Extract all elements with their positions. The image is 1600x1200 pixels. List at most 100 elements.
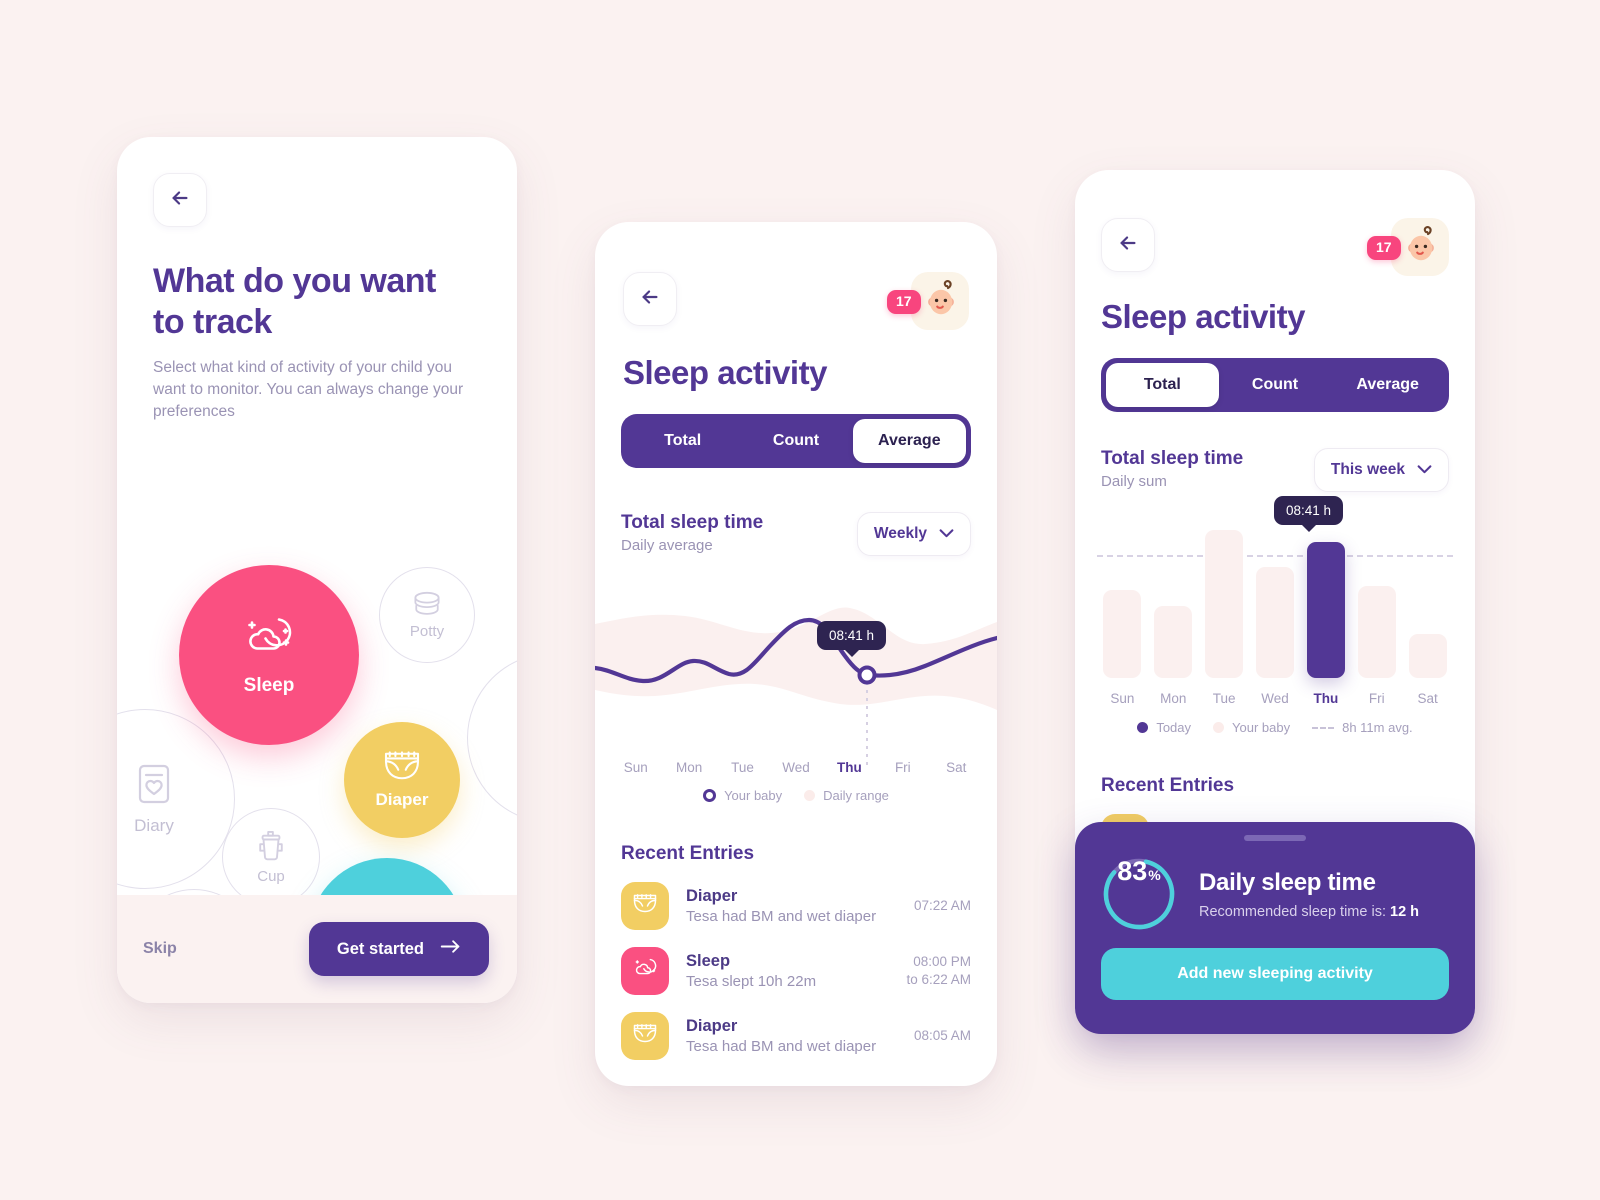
entry-name: Diaper xyxy=(686,887,738,905)
tab-average[interactable]: Average xyxy=(1331,363,1444,407)
entry-text: Sleep Tesa slept 10h 22m xyxy=(686,952,889,990)
sheet-text: Daily sleep time Recommended sleep time … xyxy=(1199,869,1419,920)
sheet-drag-handle[interactable] xyxy=(1244,835,1306,841)
entry-time: 08:05 AM xyxy=(914,1027,971,1045)
entry-icon xyxy=(621,1012,669,1060)
chart-tooltip: 08:41 h xyxy=(817,621,887,650)
phone1-header: What do you want to track Select what ki… xyxy=(117,137,517,423)
bar-sun[interactable] xyxy=(1103,590,1142,678)
back-button[interactable] xyxy=(153,173,207,227)
percent-value: 83 xyxy=(1117,856,1148,886)
axis-label-mon: Mon xyxy=(676,760,703,775)
arrow-left-icon xyxy=(169,187,191,214)
bar-cell xyxy=(1148,528,1199,678)
bubble-label: Cup xyxy=(257,868,285,885)
dashed-line-icon xyxy=(1312,726,1335,729)
diary-icon xyxy=(134,762,174,806)
axis-label-wed: Wed xyxy=(782,760,810,775)
bar-fri[interactable] xyxy=(1357,586,1396,678)
phone2-header: 17 xyxy=(595,222,997,330)
entry-time-primary: 07:22 AM xyxy=(913,897,971,913)
tab-average[interactable]: Average xyxy=(852,419,966,463)
entry-time-secondary: to 6:22 AM xyxy=(906,972,971,987)
arrow-left-icon xyxy=(639,286,661,313)
tab-count[interactable]: Count xyxy=(739,419,852,463)
legend-item-average: 8h 11m avg. xyxy=(1312,720,1413,735)
bar-cell xyxy=(1402,528,1453,678)
entry-name: Sleep xyxy=(686,952,731,970)
bar-wed[interactable] xyxy=(1256,567,1294,678)
bubble-cup[interactable]: Cup xyxy=(222,808,320,906)
chart-title: Total sleep time xyxy=(621,512,764,533)
entry-row[interactable]: Diaper Tesa had BM and wet diaper 07:22 … xyxy=(621,882,971,930)
arrow-right-icon xyxy=(440,939,461,959)
entry-text: Diaper Tesa had BM and wet diaper xyxy=(686,1017,897,1055)
sheet-recommendation: Recommended sleep time is: 12 h xyxy=(1199,904,1419,920)
pink-dot-icon xyxy=(1213,722,1225,733)
bar-thu[interactable] xyxy=(1306,542,1345,678)
axis-label-fri: Fri xyxy=(1368,691,1385,706)
recent-entries-title: Recent Entries xyxy=(1101,775,1235,796)
bar-cell xyxy=(1250,528,1301,678)
period-picker[interactable]: Weekly xyxy=(856,512,971,556)
line-chart-svg xyxy=(595,607,997,766)
notification-badge: 17 xyxy=(887,290,921,314)
bubble-label: Potty xyxy=(409,623,445,640)
bar-mon[interactable] xyxy=(1154,606,1193,678)
chart-tooltip: 08:41 h xyxy=(1274,496,1344,525)
moon-cloud-icon xyxy=(632,956,659,986)
page-title: What do you want to track xyxy=(153,261,481,344)
diaper-icon xyxy=(632,893,658,919)
back-button[interactable] xyxy=(1101,218,1155,272)
bubble-diaper[interactable]: Diaper xyxy=(344,722,460,838)
axis-label-sun: Sun xyxy=(623,760,648,775)
tab-total[interactable]: Total xyxy=(626,419,739,463)
bar-tue[interactable] xyxy=(1205,530,1244,678)
bar-group xyxy=(1097,528,1453,678)
baby-profile[interactable]: 17 xyxy=(1367,218,1449,276)
bubble-partial-right[interactable]: P xyxy=(467,653,517,823)
chart-legend: Today Your baby 8h 11m avg. xyxy=(1075,720,1475,735)
tab-count[interactable]: Count xyxy=(1219,363,1332,407)
legend-label: Your baby xyxy=(1232,720,1291,735)
tab-total[interactable]: Total xyxy=(1106,363,1219,407)
progress-ring: 83 % xyxy=(1101,856,1177,932)
add-sleeping-activity-button[interactable]: Add new sleeping activity xyxy=(1101,948,1449,1000)
progress-ring-value: 83 % xyxy=(1101,856,1177,932)
bubble-sleep[interactable]: Sleep xyxy=(179,565,359,745)
chevron-down-icon xyxy=(939,525,954,543)
diaper-icon xyxy=(632,1023,658,1049)
bubble-diary[interactable]: Diary xyxy=(117,709,235,889)
phone-screen-sleep-average: 17 Sleep activity Total Count Average To… xyxy=(595,222,997,1086)
purple-dot-icon xyxy=(1137,722,1149,733)
sippy-cup-icon xyxy=(256,829,286,863)
entry-row[interactable]: Diaper Tesa had BM and wet diaper 08:05 … xyxy=(621,1012,971,1060)
bubble-label: Sleep xyxy=(243,675,295,696)
period-picker[interactable]: This week xyxy=(1313,448,1449,492)
entry-time-primary: 08:00 PM xyxy=(913,953,971,969)
get-started-label: Get started xyxy=(336,939,424,958)
potty-icon xyxy=(410,590,444,618)
back-button[interactable] xyxy=(623,272,677,326)
bar-cell xyxy=(1199,528,1250,678)
legend-item-today: Today xyxy=(1137,720,1191,735)
phone3-header: 17 xyxy=(1075,170,1475,276)
baby-profile[interactable]: 17 xyxy=(887,272,969,330)
bar-cell xyxy=(1351,528,1402,678)
get-started-button[interactable]: Get started xyxy=(308,922,489,976)
entry-time: 07:22 AM xyxy=(914,897,971,915)
page-title-line1: What do you want xyxy=(153,262,436,300)
axis-label-tue: Tue xyxy=(1212,691,1236,706)
skip-button[interactable]: Skip xyxy=(143,940,177,958)
metric-tabs: Total Count Average xyxy=(1101,358,1449,412)
bubble-potty[interactable]: Potty xyxy=(379,567,475,663)
bubble-label: Diaper xyxy=(375,790,429,809)
chart-subtitle: Daily average xyxy=(621,537,713,554)
sleep-bar-chart: 08:41 h Sun Mon Tue Wed Thu Fri Sat xyxy=(1097,496,1453,706)
chart-heading-group: Total sleep time Daily average xyxy=(621,512,763,554)
bar-sat[interactable] xyxy=(1408,634,1447,678)
chart-x-axis: Sun Mon Tue Wed Thu Fri Sat xyxy=(609,760,983,775)
period-value: This week xyxy=(1330,461,1405,478)
entry-row[interactable]: Sleep Tesa slept 10h 22m 08:00 PM to 6:2… xyxy=(621,947,971,995)
highlight-point[interactable] xyxy=(857,665,877,685)
